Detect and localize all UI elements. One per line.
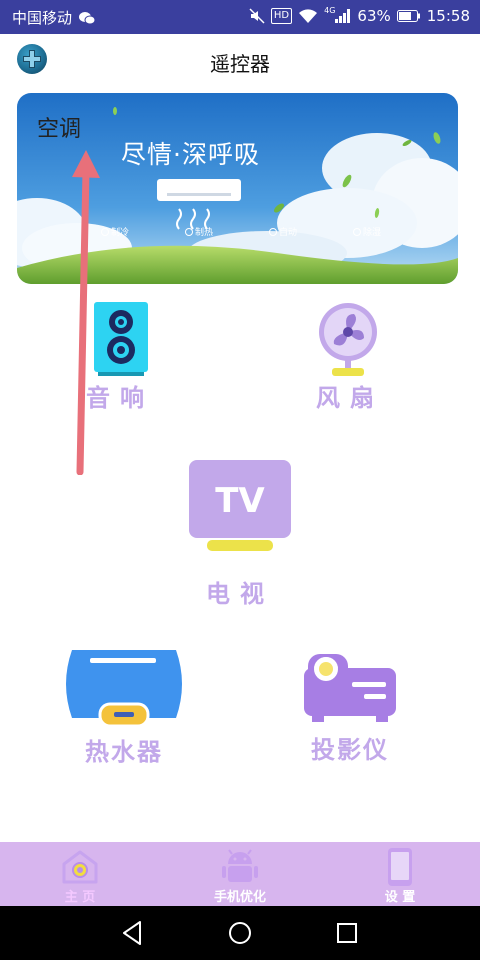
- device-tv[interactable]: TV 电视: [160, 460, 320, 610]
- projector-icon: [304, 654, 396, 722]
- mode-heat: 制热: [184, 225, 213, 238]
- banner-slogan: 尽情·深呼吸: [121, 140, 260, 169]
- bottom-nav: 主 页 手机优化 设 置: [0, 842, 480, 906]
- wifi-icon: [298, 8, 318, 24]
- device-water-heater[interactable]: 热水器: [44, 650, 204, 766]
- tv-label: 电视: [206, 580, 274, 608]
- back-icon[interactable]: [118, 918, 148, 948]
- page-title: 遥控器: [210, 52, 270, 76]
- mute-icon: [249, 8, 265, 24]
- home-icon: [62, 850, 98, 884]
- device-projector[interactable]: 投影仪: [270, 650, 430, 764]
- fan-icon: [319, 303, 377, 376]
- recents-icon[interactable]: [332, 918, 362, 948]
- nav-settings[interactable]: 设 置: [340, 842, 460, 906]
- water-heater-icon: [66, 650, 182, 726]
- auto-icon: [268, 227, 277, 236]
- carrier-name: 中国移动: [12, 9, 73, 27]
- tv-icon-text: TV: [215, 481, 265, 521]
- projector-label: 投影仪: [311, 736, 389, 764]
- nav-home[interactable]: 主 页: [20, 842, 140, 906]
- signal-icon: 4G: [324, 5, 351, 23]
- nav-settings-label: 设 置: [384, 890, 416, 905]
- battery-percent: 63%: [357, 7, 391, 25]
- nav-optimize[interactable]: 手机优化: [180, 842, 300, 906]
- cool-icon: [101, 227, 109, 236]
- status-bar: 中国移动 HD 4G 63% 15:58: [0, 0, 480, 34]
- water-heater-label: 热水器: [85, 738, 163, 766]
- home-button-icon[interactable]: [225, 918, 255, 948]
- mode-cool: 制冷: [101, 225, 129, 238]
- mode-auto: 自动: [268, 225, 297, 238]
- app-header: 遥控器: [0, 34, 480, 86]
- fan-label: 风扇: [316, 384, 384, 412]
- droplet-icon: [352, 227, 361, 236]
- device-fan[interactable]: 风扇: [270, 300, 430, 415]
- network-type: 4G: [324, 5, 336, 15]
- speaker-icon: [94, 302, 148, 376]
- sun-icon: [184, 227, 193, 236]
- battery-icon: [396, 10, 421, 22]
- tv-icon: TV: [189, 460, 291, 551]
- banner-title: 空调: [37, 117, 82, 142]
- hd-icon: HD: [270, 8, 293, 24]
- android-icon: [222, 849, 258, 882]
- nav-optimize-label: 手机优化: [213, 890, 266, 905]
- wechat-icon: [78, 11, 96, 25]
- phone-icon: [388, 848, 412, 886]
- system-nav-bar: [0, 906, 480, 960]
- arrow-annotation: [72, 150, 100, 475]
- ac-mode-list: 制冷 制热 自动 除湿: [101, 225, 381, 238]
- mode-dry: 除湿: [352, 225, 381, 238]
- nav-home-label: 主 页: [64, 890, 96, 905]
- clock: 15:58: [426, 7, 470, 25]
